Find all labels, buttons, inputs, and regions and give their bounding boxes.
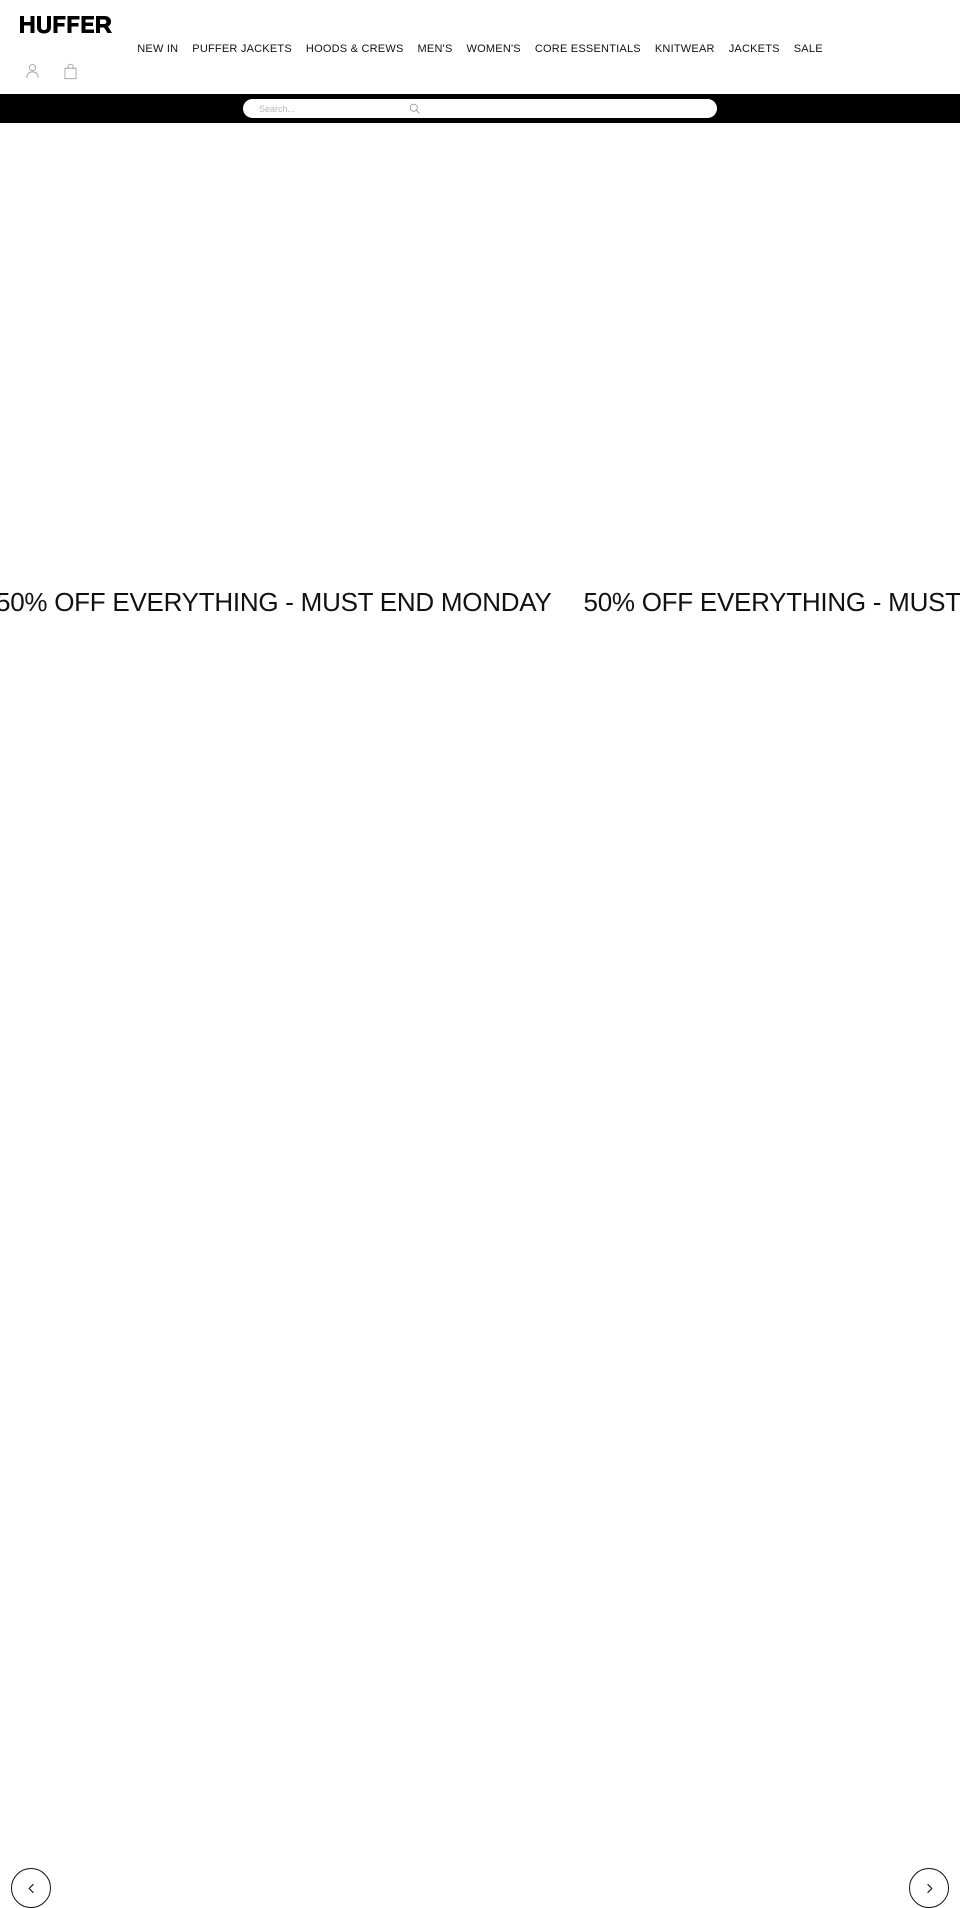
carousel-prev-button[interactable]	[11, 1868, 51, 1908]
search-submit-button[interactable]	[408, 102, 421, 115]
carousel-next-button[interactable]	[909, 1868, 949, 1908]
account-icon	[25, 63, 40, 79]
hero-banner[interactable]	[0, 123, 960, 586]
nav-womens[interactable]: WOMEN'S	[460, 41, 528, 57]
nav-puffer-jackets[interactable]: PUFFER JACKETS	[185, 41, 299, 57]
search-bar-strip	[0, 94, 960, 123]
main-content	[0, 624, 960, 1814]
promo-marquee: 50% OFF EVERYTHING - MUST END MONDAY 50%…	[0, 580, 960, 624]
search-icon	[409, 103, 420, 114]
chevron-right-icon	[924, 1883, 935, 1894]
nav-sale[interactable]: SALE	[787, 41, 830, 57]
search-input[interactable]	[259, 100, 707, 117]
huffer-wordmark-icon	[20, 15, 116, 34]
nav-hoods-crews[interactable]: HOODS & CREWS	[299, 41, 411, 57]
marquee-message: 50% OFF EVERYTHING - MUST END MONDAY	[584, 587, 960, 617]
nav-mens[interactable]: MEN'S	[411, 41, 460, 57]
primary-navigation: NEW IN PUFFER JACKETS HOODS & CREWS MEN'…	[0, 41, 960, 57]
chevron-left-icon	[26, 1883, 37, 1894]
carousel-navigation	[0, 1845, 960, 1875]
nav-core-essentials[interactable]: CORE ESSENTIALS	[528, 41, 648, 57]
site-logo[interactable]	[20, 12, 116, 36]
header-utilities	[22, 60, 80, 82]
search-field-container[interactable]	[243, 99, 717, 118]
shopping-bag-icon	[63, 63, 78, 80]
marquee-message: 50% OFF EVERYTHING - MUST END MONDAY	[0, 587, 584, 617]
nav-new-in[interactable]: NEW IN	[130, 41, 185, 57]
cart-button[interactable]	[60, 60, 80, 82]
nav-knitwear[interactable]: KNITWEAR	[648, 41, 722, 57]
nav-jackets[interactable]: JACKETS	[722, 41, 787, 57]
marquee-track: 50% OFF EVERYTHING - MUST END MONDAY 50%…	[0, 587, 960, 617]
account-button[interactable]	[22, 60, 42, 82]
